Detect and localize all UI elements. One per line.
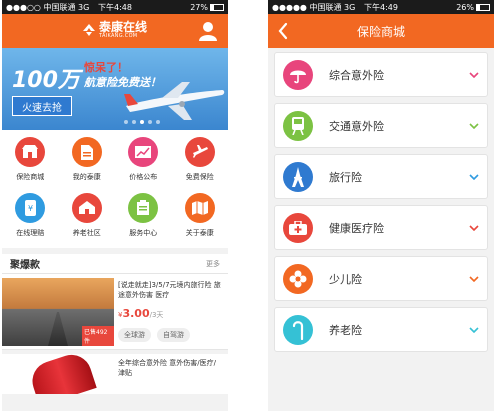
chevron-down-icon (469, 275, 479, 282)
category-label: 旅行险 (329, 170, 362, 184)
product-tags: 全球游 自驾游 (118, 328, 190, 342)
insurance-mall-screen: ●●●●● 中国联通 3G 下午4:49 26% 保险商城 综合意外险 交通意外… (268, 0, 494, 411)
page-title: 保险商城 (356, 24, 405, 39)
grid-item-elderly-community[interactable]: 养老社区 (59, 192, 116, 245)
store-icon (15, 137, 46, 167)
category-item-children[interactable]: 少儿险 (274, 256, 488, 301)
category-label: 健康医疗险 (329, 221, 384, 235)
category-label: 养老险 (329, 323, 362, 337)
home-screen: ●●●○○ 中国联通 3G 下午4:48 27% 泰康在线 TAIKANG.CO… (2, 0, 228, 411)
product-card[interactable]: 全年综合意外险 意外伤害/医疗/津贴 (2, 354, 228, 394)
clock: 下午4:49 (364, 2, 398, 12)
grid-item-prices[interactable]: 价格公布 (115, 137, 172, 189)
product-title: 全年综合意外险 意外伤害/医疗/津贴 (118, 359, 216, 377)
plane-icon (184, 137, 215, 167)
chevron-down-icon (469, 224, 479, 231)
grid-label: 我的泰康 (72, 173, 101, 181)
back-arrow-icon[interactable] (278, 22, 288, 40)
product-title: [说走就走]3/5/7元境内旅行险 旅途意外伤害 医疗 (118, 281, 221, 299)
product-card[interactable]: 已售492件 [说走就走]3/5/7元境内旅行险 旅途意外伤害 医疗 ¥3.00… (2, 274, 228, 350)
feature-grid: 保险商城 我的泰康 价格公布 免费保险 ¥ 在线理赔 养老社区 服务中心 关于泰… (2, 130, 228, 248)
status-bar: ●●●●● 中国联通 3G 下午4:49 26% (268, 0, 494, 14)
chart-icon (128, 137, 159, 167)
category-list: 综合意外险 交通意外险 旅行险 健康医疗险 少儿险 养老险 (268, 48, 494, 362)
battery-fill (477, 4, 481, 10)
grid-label: 关于泰康 (185, 228, 214, 237)
pager-dot[interactable] (148, 120, 152, 124)
banner-line1: 惊呆了！ (84, 61, 128, 74)
tag: 自驾游 (157, 328, 190, 342)
clock: 下午4:48 (98, 2, 132, 12)
category-label: 交通意外险 (329, 119, 384, 133)
chevron-down-icon (469, 71, 479, 78)
product-image (2, 354, 114, 394)
price-unit: /3天 (149, 311, 164, 319)
pager-dot[interactable] (124, 120, 128, 124)
document-icon (71, 137, 102, 167)
sold-count-badge: 已售492件 (82, 326, 114, 346)
grid-item-free-insurance[interactable]: 免费保险 (172, 137, 229, 189)
tower-icon (283, 161, 313, 192)
category-item-health[interactable]: 健康医疗险 (274, 205, 488, 250)
airplane-image (124, 82, 225, 120)
category-label: 少儿险 (329, 272, 362, 286)
phone-yen-icon: ¥ (15, 192, 46, 223)
grid-label: 价格公布 (129, 173, 158, 181)
umbrella-icon (283, 59, 313, 90)
price-value: 3.00 (122, 307, 150, 320)
grab-now-button[interactable]: 火速去抢 (12, 96, 72, 116)
product-price: ¥3.00/3天 (118, 307, 163, 320)
grid-label: 保险商城 (16, 173, 45, 181)
category-item-accident[interactable]: 综合意外险 (274, 52, 488, 97)
banner-pager (124, 120, 160, 124)
pager-dot[interactable] (156, 120, 160, 124)
app-header: 泰康在线 TAIKANG.COM (2, 14, 228, 48)
category-item-traffic[interactable]: 交通意外险 (274, 103, 488, 148)
grid-item-claims[interactable]: ¥ 在线理赔 (2, 192, 59, 245)
pager-dot[interactable] (140, 120, 144, 124)
train-icon (283, 110, 313, 141)
more-link[interactable]: 更多 (206, 259, 220, 269)
promo-banner[interactable]: 100万 惊呆了！ 航意险免费送！ 火速去抢 (2, 48, 228, 130)
clipboard-icon (128, 192, 159, 223)
chevron-down-icon (469, 122, 479, 129)
category-label: 综合意外险 (329, 68, 384, 82)
grid-label: 服务中心 (129, 228, 158, 237)
banner-amount: 100万 (12, 68, 80, 93)
logo-text: 泰康在线 (99, 20, 148, 34)
taikang-logo: 泰康在线 TAIKANG.COM (82, 21, 147, 39)
category-item-travel[interactable]: 旅行险 (274, 154, 488, 199)
grid-label: 养老社区 (72, 228, 101, 237)
chevron-down-icon (469, 173, 479, 180)
cane-icon (283, 314, 313, 345)
app-header: 保险商城 (268, 14, 494, 48)
road-image: 已售492件 (2, 278, 114, 346)
grid-item-store[interactable]: 保险商城 (2, 137, 59, 189)
user-icon[interactable] (198, 21, 218, 41)
flower-icon (283, 263, 313, 294)
grid-label: 免费保险 (185, 173, 214, 181)
category-item-pension[interactable]: 养老险 (274, 307, 488, 352)
hot-section-header: 聚爆款 更多 (2, 254, 228, 274)
grid-item-my-taikang[interactable]: 我的泰康 (59, 137, 116, 189)
battery-icon (210, 3, 224, 11)
status-bar: ●●●○○ 中国联通 3G 下午4:48 27% (2, 0, 228, 14)
grid-item-service-center[interactable]: 服务中心 (115, 192, 172, 245)
grid-label: 在线理赔 (16, 228, 45, 237)
pager-dot[interactable] (132, 120, 136, 124)
house-icon (71, 192, 102, 223)
section-title: 聚爆款 (10, 260, 40, 271)
battery-icon (476, 3, 490, 11)
medkit-icon (283, 212, 313, 243)
taikang-logo-icon (83, 24, 95, 36)
svg-text:¥: ¥ (28, 204, 33, 213)
map-icon (184, 192, 215, 223)
battery-fill (211, 4, 215, 10)
grid-item-about[interactable]: 关于泰康 (172, 192, 229, 245)
tag: 全球游 (118, 328, 151, 342)
chevron-down-icon (469, 326, 479, 333)
